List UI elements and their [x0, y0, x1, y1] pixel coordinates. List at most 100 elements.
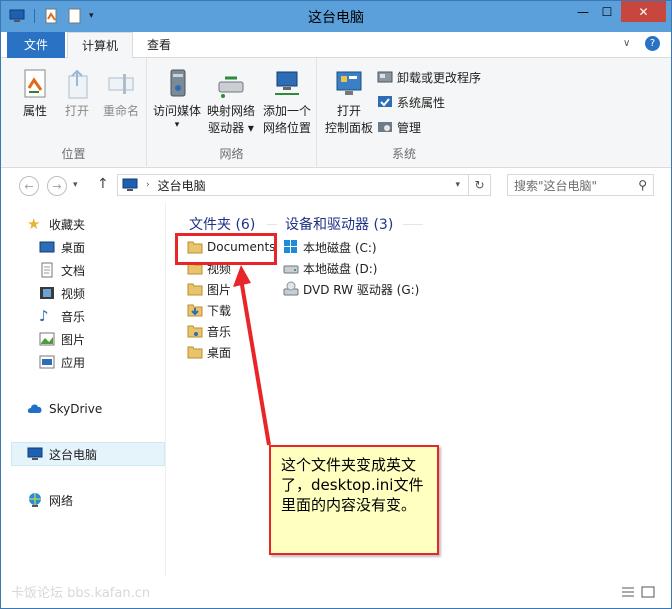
tab-file[interactable]: 文件 [7, 32, 65, 58]
system-properties-icon [378, 96, 392, 107]
rename-button[interactable]: 重命名 [99, 68, 143, 120]
refresh-icon[interactable]: ↻ [468, 175, 490, 195]
nav-item-skydrive[interactable]: SkyDrive [27, 398, 102, 420]
breadcrumb-chevron-icon[interactable]: › [146, 180, 150, 190]
navigation-pane: ★ 收藏夹 桌面 文档 视频 ♪ 音乐 图片 应用 SkyDrive 这台电脑 … [1, 202, 165, 576]
nav-item-documents[interactable]: 文档 [39, 259, 85, 281]
nav-item-favorites[interactable]: ★ 收藏夹 [27, 213, 85, 235]
open-cp-label-2: 控制面板 [324, 121, 373, 135]
properties-button[interactable]: 属性 [15, 68, 55, 120]
add-location-label-2: 网络位置 [262, 121, 311, 135]
folder-item-music[interactable]: 音乐 [187, 321, 231, 341]
open-control-panel-button[interactable]: 打开 控制面板 [321, 68, 377, 137]
manage-icon [378, 122, 392, 132]
map-network-drive-button[interactable]: 映射网络 驱动器 ▾ [203, 68, 259, 137]
back-arrow-icon: ← [24, 179, 34, 193]
ribbon-expand-chevron-icon[interactable]: ∨ [623, 38, 630, 49]
rename-icon [108, 74, 134, 94]
nav-this-pc-label: 这台电脑 [49, 447, 98, 462]
media-server-icon [170, 69, 186, 97]
devices-group-header[interactable]: 设备和驱动器 (3) [285, 214, 393, 234]
search-input[interactable]: 搜索"这台电脑" ⚲ [507, 174, 654, 196]
maximize-button[interactable]: ☐ [595, 1, 619, 22]
cloud-icon [27, 404, 42, 413]
nav-item-pictures[interactable]: 图片 [39, 328, 85, 350]
folder-label-desktop: 桌面 [207, 345, 232, 360]
minimize-button[interactable]: — [571, 1, 595, 22]
desktop-icon [39, 241, 55, 253]
open-button[interactable]: 打开 [57, 68, 97, 120]
properties-icon [24, 69, 46, 98]
forward-button[interactable]: → [47, 176, 67, 196]
folder-item-downloads[interactable]: 下载 [187, 300, 231, 320]
uninstall-program-button[interactable]: 卸载或更改程序 [377, 66, 481, 88]
group-label-network: 网络 [219, 147, 244, 161]
ribbon-tabs: 文件 计算机 查看 ∨ ? [1, 32, 671, 59]
system-properties-button[interactable]: 系统属性 [377, 91, 445, 113]
group-label-location: 位置 [61, 147, 86, 161]
search-icon: ⚲ [638, 178, 647, 192]
breadcrumb-this-pc[interactable]: 这台电脑 [158, 177, 206, 194]
drive-label-g: DVD RW 驱动器 (G:) [303, 282, 420, 297]
ribbon-group-network: 访问媒体 ▾ 映射网络 驱动器 ▾ 添加一个 网络位置 网络 [147, 58, 317, 168]
folder-label-downloads: 下载 [207, 303, 232, 318]
annotation-callout: 这个文件夹变成英文了，desktop.ini文件里面的内容没有变。 [269, 445, 439, 555]
up-arrow-icon[interactable]: ↑ [97, 176, 109, 192]
back-button[interactable]: ← [19, 176, 39, 196]
ribbon: 属性 打开 重命名 位置 访问媒体 ▾ 映射网络 驱动器 ▾ 添加一个 网络位置… [1, 58, 671, 168]
nav-item-videos[interactable]: 视频 [39, 282, 85, 304]
document-icon [41, 262, 53, 278]
address-dropdown-chevron-icon[interactable]: ▾ [455, 180, 460, 190]
nav-item-this-pc[interactable]: 这台电脑 [27, 443, 97, 465]
drive-item-d[interactable]: 本地磁盘 (D:) [283, 258, 377, 278]
nav-item-music[interactable]: ♪ 音乐 [39, 305, 85, 327]
ribbon-group-location: 属性 打开 重命名 位置 [1, 58, 147, 168]
close-button[interactable]: ✕ [621, 1, 666, 22]
nav-item-desktop[interactable]: 桌面 [39, 236, 85, 258]
folder-item-pictures[interactable]: 图片 [187, 279, 231, 299]
nav-network-label: 网络 [49, 493, 74, 508]
nav-favorites-label: 收藏夹 [49, 217, 86, 232]
folder-item-desktop[interactable]: 桌面 [187, 342, 231, 362]
ribbon-group-system: 打开 控制面板 卸载或更改程序 系统属性 管理 系统 [317, 58, 491, 168]
folder-icon [187, 283, 203, 296]
tab-view[interactable]: 查看 [133, 32, 185, 58]
tab-computer[interactable]: 计算机 [67, 32, 134, 59]
add-location-label: 添加一个 [262, 104, 311, 118]
title-bar: ▾ 这台电脑 — ☐ ✕ [1, 1, 671, 32]
help-icon[interactable]: ? [645, 36, 660, 51]
computer-icon [122, 178, 138, 191]
folders-group-header[interactable]: 文件夹 (6) [189, 214, 255, 234]
details-view-icon[interactable] [621, 586, 635, 598]
video-icon [40, 287, 54, 299]
add-network-location-button[interactable]: 添加一个 网络位置 [259, 68, 315, 137]
nav-item-apps[interactable]: 应用 [39, 351, 85, 373]
nav-documents-label: 文档 [61, 263, 86, 278]
apps-icon [39, 355, 55, 369]
download-folder-icon [187, 304, 203, 317]
access-media-label: 访问媒体 [152, 104, 201, 118]
drive-item-c[interactable]: 本地磁盘 (C:) [283, 237, 377, 257]
devices-header-rule [403, 224, 423, 225]
annotation-arrow-icon [233, 265, 271, 446]
open-icon [68, 69, 88, 99]
address-bar[interactable]: › 这台电脑 ▾ ↻ [117, 174, 491, 196]
properties-label: 属性 [22, 104, 47, 118]
recent-locations-chevron-icon[interactable]: ▾ [73, 180, 78, 190]
system-properties-label: 系统属性 [397, 95, 446, 110]
access-media-button[interactable]: 访问媒体 ▾ [151, 68, 203, 130]
drive-label-c: 本地磁盘 (C:) [303, 240, 377, 255]
folders-header-rule [267, 224, 277, 225]
rename-label: 重命名 [102, 104, 139, 118]
nav-skydrive-label: SkyDrive [49, 402, 103, 416]
forward-arrow-icon: → [52, 179, 62, 193]
network-icon [29, 493, 41, 507]
nav-item-network[interactable]: 网络 [27, 489, 73, 511]
folder-label-pictures: 图片 [207, 282, 232, 297]
manage-button[interactable]: 管理 [377, 116, 421, 138]
drive-item-g[interactable]: DVD RW 驱动器 (G:) [283, 279, 419, 299]
open-label: 打开 [64, 104, 89, 118]
nav-desktop-label: 桌面 [61, 240, 86, 255]
control-panel-icon [336, 71, 362, 95]
large-icons-view-icon[interactable] [641, 586, 655, 598]
